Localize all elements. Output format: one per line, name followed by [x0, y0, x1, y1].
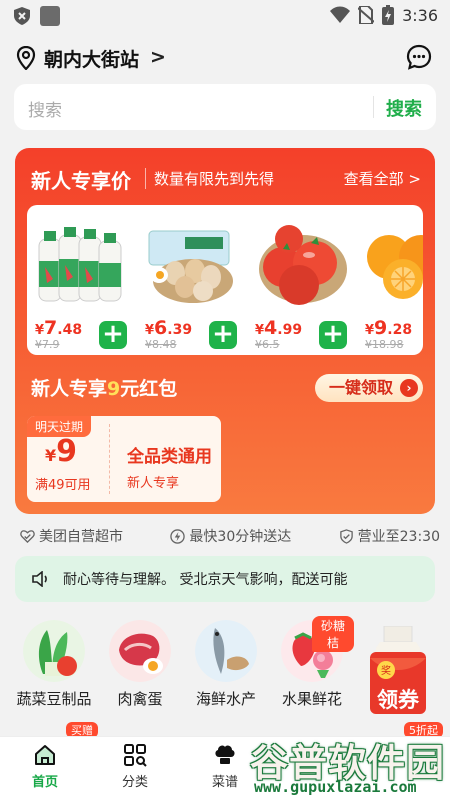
notice-banner[interactable]: 耐心等待与理解。 受北京天气影响，配送可能 — [15, 556, 435, 602]
speaker-icon — [32, 571, 47, 587]
lightning-icon — [170, 528, 186, 544]
battery-charging-icon — [382, 5, 395, 25]
add-to-cart-button[interactable]: + — [319, 321, 347, 349]
claim-button-label: 一键领取 — [329, 378, 394, 397]
location-name[interactable]: 朝内大街站 — [44, 45, 139, 72]
feature-item: 美团自营超市 — [20, 526, 123, 546]
shield-icon — [14, 7, 30, 25]
category-badge: 砂糖桔 — [312, 616, 354, 652]
category-vegetables[interactable]: 蔬菜豆制品 — [10, 614, 96, 714]
product-price: ¥7.48 — [35, 317, 83, 339]
message-icon[interactable] — [406, 44, 432, 70]
search-button[interactable]: 搜索 — [386, 95, 422, 121]
coupon-divider — [109, 424, 110, 494]
product-item[interactable]: ¥9.28 ¥18.98 — [357, 205, 423, 355]
tab-categories[interactable]: 分类 — [100, 743, 170, 790]
feature-item: 营业至23:30 — [339, 526, 440, 546]
floating-coupon-label: 领券 — [377, 688, 419, 712]
notice-text: 耐心等待与理解。 受北京天气影响，配送可能 — [63, 572, 348, 588]
product-item[interactable]: ¥4.99 ¥6.5 + — [247, 205, 357, 355]
category-label: 肉禽蛋 — [117, 690, 163, 708]
grid-search-icon — [124, 744, 147, 767]
no-sim-icon — [358, 6, 375, 24]
tab-label: 分类 — [121, 775, 148, 790]
product-price: ¥9.28 — [365, 317, 413, 339]
shield-check-icon — [339, 528, 353, 544]
category-image — [109, 620, 171, 682]
category-fruit-flowers[interactable]: 砂糖桔 水果鲜花 — [268, 614, 354, 714]
promo-title: 新人专享价 — [31, 169, 131, 193]
product-strip: ¥7.48 ¥7.9 + ¥6.39 ¥8.48 + ¥4.99 ¥6.5 + … — [27, 205, 423, 355]
category-meat-eggs[interactable]: 肉禽蛋 — [96, 614, 182, 714]
product-original-price: ¥7.9 — [35, 338, 60, 351]
location-pin-icon[interactable] — [16, 46, 36, 70]
product-item[interactable]: ¥7.48 ¥7.9 + — [27, 205, 137, 355]
coupon-name: 全品类通用 — [127, 447, 212, 467]
search-divider — [373, 96, 374, 118]
product-original-price: ¥18.98 — [365, 338, 404, 351]
watermark-url: www.gupuxlazai.com — [254, 778, 417, 796]
coupon-amount: ¥9 — [45, 434, 78, 469]
product-image — [38, 227, 122, 302]
service-features: 美团自营超市 最快30分钟送达 营业至23:30 — [20, 526, 440, 546]
add-to-cart-button[interactable]: + — [99, 321, 127, 349]
feature-item: 最快30分钟送达 — [170, 526, 291, 546]
app-square-icon — [40, 6, 60, 26]
category-image — [23, 620, 85, 682]
view-all-link[interactable]: 查看全部 > — [344, 168, 421, 189]
claim-all-button[interactable]: 一键领取 › — [315, 374, 423, 402]
promo-subtitle: 数量有限先到先得 — [145, 168, 274, 189]
coupon-card[interactable]: 明天过期 ¥9 满49可用 全品类通用 新人专享 — [27, 416, 221, 502]
tab-label: 首页 — [31, 775, 58, 790]
search-input[interactable]: 搜索 — [28, 96, 62, 121]
status-time: 3:36 — [402, 5, 438, 25]
product-price: ¥6.39 — [145, 317, 193, 339]
new-user-promo-card: 新人专享价 数量有限先到先得 查看全部 > ¥7.48 ¥7.9 + ¥6.39… — [15, 148, 435, 514]
coupon-description: 新人专享 — [127, 476, 180, 491]
product-image — [367, 235, 423, 299]
category-label: 水果鲜花 — [281, 690, 342, 708]
product-image — [259, 225, 347, 305]
category-label: 蔬菜豆制品 — [16, 690, 92, 708]
header: 朝内大街站 > — [0, 40, 450, 76]
search-bar[interactable]: 搜索 搜索 — [14, 84, 436, 130]
product-price: ¥4.99 — [255, 317, 303, 339]
chef-hat-icon — [215, 745, 235, 764]
category-seafood[interactable]: 海鲜水产 — [182, 614, 268, 714]
chevron-right-icon: › — [400, 379, 418, 397]
product-original-price: ¥8.48 — [145, 338, 177, 351]
product-item[interactable]: ¥6.39 ¥8.48 + — [137, 205, 247, 355]
coupon-condition: 满49可用 — [35, 478, 91, 493]
location-chevron-icon[interactable]: > — [150, 46, 166, 68]
tab-home[interactable]: 首页 — [10, 743, 80, 790]
heart-check-icon — [20, 529, 35, 543]
product-image — [148, 230, 233, 303]
wifi-icon — [330, 6, 351, 23]
site-watermark: 谷普软件园 www.gupuxlazai.com — [248, 730, 450, 800]
red-packet-title: 新人专享9元红包 — [31, 378, 178, 400]
product-original-price: ¥6.5 — [255, 338, 280, 351]
category-image — [195, 620, 257, 682]
floating-coupon[interactable]: 奖 领券 — [366, 625, 430, 716]
svg-text:奖: 奖 — [381, 664, 391, 677]
category-label: 海鲜水产 — [195, 690, 256, 708]
home-icon — [35, 745, 55, 765]
add-to-cart-button[interactable]: + — [209, 321, 237, 349]
status-bar: 3:36 — [0, 0, 450, 30]
